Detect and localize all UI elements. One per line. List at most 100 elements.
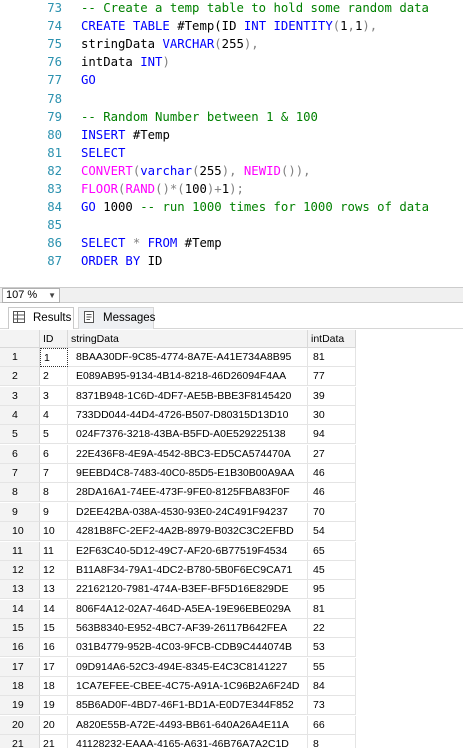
- id-cell[interactable]: 3: [40, 386, 68, 406]
- tab-results[interactable]: Results: [8, 307, 74, 329]
- code-line[interactable]: 79 -- Random Number between 1 & 100: [0, 108, 463, 126]
- id-cell[interactable]: 13: [40, 580, 68, 600]
- stringdata-cell[interactable]: 4281B8FC-2EF2-4A2B-8979-B032C3C2EFBD: [68, 522, 308, 542]
- id-cell[interactable]: 6: [40, 444, 68, 464]
- table-row[interactable]: 12 12 B11A8F34-79A1-4DC2-B780-5B0F6EC9CA71…: [0, 560, 463, 580]
- row-number-cell[interactable]: 11: [0, 541, 40, 561]
- column-header-intdata[interactable]: intData: [308, 330, 356, 348]
- row-number-cell[interactable]: 21: [0, 735, 40, 748]
- table-row[interactable]: 8 8 28DA16A1-74EE-473F-9FE0-8125FBA83F0F 46: [0, 483, 463, 503]
- table-row[interactable]: 5 5 024F7376-3218-43BA-B5FD-A0E529225138 94: [0, 425, 463, 445]
- stringdata-cell[interactable]: E089AB95-9134-4B14-8218-46D26094F4AA: [68, 367, 308, 387]
- table-row[interactable]: 15 15 563B8340-E952-4BC7-AF39-26117B642FEA…: [0, 618, 463, 638]
- code-line[interactable]: 86 SELECT * FROM #Temp: [0, 234, 463, 252]
- row-number-cell[interactable]: 14: [0, 599, 40, 619]
- code-line[interactable]: 76 intData INT): [0, 53, 463, 71]
- code-line[interactable]: 80 INSERT #Temp: [0, 126, 463, 144]
- id-cell[interactable]: 17: [40, 657, 68, 677]
- id-cell[interactable]: 11: [40, 541, 68, 561]
- query-editor[interactable]: 73 -- Create a temp table to hold some ra…: [0, 0, 463, 287]
- code-line[interactable]: 78: [0, 90, 463, 108]
- code-line[interactable]: 85: [0, 216, 463, 234]
- table-row[interactable]: 6 6 22E436F8-4E9A-4542-8BC3-ED5CA574470A 27: [0, 444, 463, 464]
- table-row[interactable]: 1 1 8BAA30DF-9C85-4774-8A7E-A41E734A8B95 81: [0, 348, 463, 367]
- row-number-cell[interactable]: 17: [0, 657, 40, 677]
- row-number-cell[interactable]: 4: [0, 406, 40, 426]
- stringdata-cell[interactable]: 1CA7EFEE-CBEE-4C75-A91A-1C96B2A6F24D: [68, 676, 308, 696]
- row-number-cell[interactable]: 5: [0, 425, 40, 445]
- intdata-cell[interactable]: 84: [308, 676, 356, 696]
- id-cell[interactable]: 12: [40, 560, 68, 580]
- row-header-corner[interactable]: [0, 330, 40, 348]
- code-line[interactable]: 73 -- Create a temp table to hold some ra…: [0, 0, 463, 17]
- row-number-cell[interactable]: 19: [0, 696, 40, 716]
- intdata-cell[interactable]: 53: [308, 638, 356, 658]
- intdata-cell[interactable]: 81: [308, 599, 356, 619]
- table-row[interactable]: 19 19 85B6AD0F-4BD7-46F1-BD1A-E0D7E344F852…: [0, 696, 463, 716]
- stringdata-cell[interactable]: 8371B948-1C6D-4DF7-AE5B-BBE3F8145420: [68, 386, 308, 406]
- column-header-id[interactable]: ID: [40, 330, 68, 348]
- table-row[interactable]: 17 17 09D914A6-52C3-494E-8345-E4C3C8141227…: [0, 657, 463, 677]
- stringdata-cell[interactable]: 22162120-7981-474A-B3EF-BF5D16E829DE: [68, 580, 308, 600]
- code-line[interactable]: 84 GO 1000 -- run 1000 times for 1000 row…: [0, 198, 463, 216]
- code-line[interactable]: 77 GO: [0, 71, 463, 89]
- stringdata-cell[interactable]: 024F7376-3218-43BA-B5FD-A0E529225138: [68, 425, 308, 445]
- stringdata-cell[interactable]: 806F4A12-02A7-464D-A5EA-19E96EBE029A: [68, 599, 308, 619]
- row-number-cell[interactable]: 20: [0, 715, 40, 735]
- table-row[interactable]: 11 11 E2F63C40-5D12-49C7-AF20-6B77519F4534…: [0, 541, 463, 561]
- row-number-cell[interactable]: 18: [0, 676, 40, 696]
- intdata-cell[interactable]: 66: [308, 715, 356, 735]
- intdata-cell[interactable]: 45: [308, 560, 356, 580]
- zoom-select[interactable]: 107 % ▼: [2, 288, 60, 303]
- table-row[interactable]: 18 18 1CA7EFEE-CBEE-4C75-A91A-1C96B2A6F24D…: [0, 676, 463, 696]
- table-row[interactable]: 9 9 D2EE42BA-038A-4530-93E0-24C491F94237 70: [0, 502, 463, 522]
- id-cell[interactable]: 7: [40, 464, 68, 484]
- stringdata-cell[interactable]: 8BAA30DF-9C85-4774-8A7E-A41E734A8B95: [68, 348, 308, 367]
- row-number-cell[interactable]: 8: [0, 483, 40, 503]
- stringdata-cell[interactable]: 28DA16A1-74EE-473F-9FE0-8125FBA83F0F: [68, 483, 308, 503]
- id-cell[interactable]: 10: [40, 522, 68, 542]
- table-row[interactable]: 2 2 E089AB95-9134-4B14-8218-46D26094F4AA 77: [0, 367, 463, 387]
- stringdata-cell[interactable]: 733DD044-44D4-4726-B507-D80315D13D10: [68, 406, 308, 426]
- id-cell[interactable]: 5: [40, 425, 68, 445]
- intdata-cell[interactable]: 55: [308, 657, 356, 677]
- stringdata-cell[interactable]: A820E55B-A72E-4493-BB61-640A26A4E11A: [68, 715, 308, 735]
- stringdata-cell[interactable]: 9EEBD4C8-7483-40C0-85D5-E1B30B00A9AA: [68, 464, 308, 484]
- row-number-cell[interactable]: 9: [0, 502, 40, 522]
- table-row[interactable]: 3 3 8371B948-1C6D-4DF7-AE5B-BBE3F8145420 39: [0, 386, 463, 406]
- code-line[interactable]: 83 FLOOR(RAND()*(100)+1);: [0, 180, 463, 198]
- id-cell[interactable]: 9: [40, 502, 68, 522]
- table-row[interactable]: 7 7 9EEBD4C8-7483-40C0-85D5-E1B30B00A9AA 46: [0, 464, 463, 484]
- id-cell[interactable]: 2: [40, 367, 68, 387]
- id-cell[interactable]: 15: [40, 618, 68, 638]
- stringdata-cell[interactable]: B11A8F34-79A1-4DC2-B780-5B0F6EC9CA71: [68, 560, 308, 580]
- code-line[interactable]: 75 stringData VARCHAR(255),: [0, 35, 463, 53]
- intdata-cell[interactable]: 39: [308, 386, 356, 406]
- row-number-cell[interactable]: 2: [0, 367, 40, 387]
- id-cell[interactable]: 19: [40, 696, 68, 716]
- table-row[interactable]: 21 21 41128232-EAAA-4165-A631-46B76A7A2C1D…: [0, 735, 463, 748]
- stringdata-cell[interactable]: 22E436F8-4E9A-4542-8BC3-ED5CA574470A: [68, 444, 308, 464]
- id-cell[interactable]: 21: [40, 735, 68, 748]
- id-cell[interactable]: 18: [40, 676, 68, 696]
- id-cell[interactable]: 20: [40, 715, 68, 735]
- row-number-cell[interactable]: 12: [0, 560, 40, 580]
- row-number-cell[interactable]: 13: [0, 580, 40, 600]
- column-header-stringdata[interactable]: stringData: [68, 330, 308, 348]
- id-cell[interactable]: 4: [40, 406, 68, 426]
- stringdata-cell[interactable]: E2F63C40-5D12-49C7-AF20-6B77519F4534: [68, 541, 308, 561]
- intdata-cell[interactable]: 70: [308, 502, 356, 522]
- row-number-cell[interactable]: 6: [0, 444, 40, 464]
- tab-messages[interactable]: Messages: [78, 307, 155, 329]
- intdata-cell[interactable]: 54: [308, 522, 356, 542]
- row-number-cell[interactable]: 10: [0, 522, 40, 542]
- intdata-cell[interactable]: 65: [308, 541, 356, 561]
- stringdata-cell[interactable]: 09D914A6-52C3-494E-8345-E4C3C8141227: [68, 657, 308, 677]
- intdata-cell[interactable]: 94: [308, 425, 356, 445]
- intdata-cell[interactable]: 77: [308, 367, 356, 387]
- intdata-cell[interactable]: 46: [308, 464, 356, 484]
- code-line[interactable]: 81 SELECT: [0, 144, 463, 162]
- intdata-cell[interactable]: 30: [308, 406, 356, 426]
- intdata-cell[interactable]: 95: [308, 580, 356, 600]
- row-number-cell[interactable]: 1: [0, 348, 40, 367]
